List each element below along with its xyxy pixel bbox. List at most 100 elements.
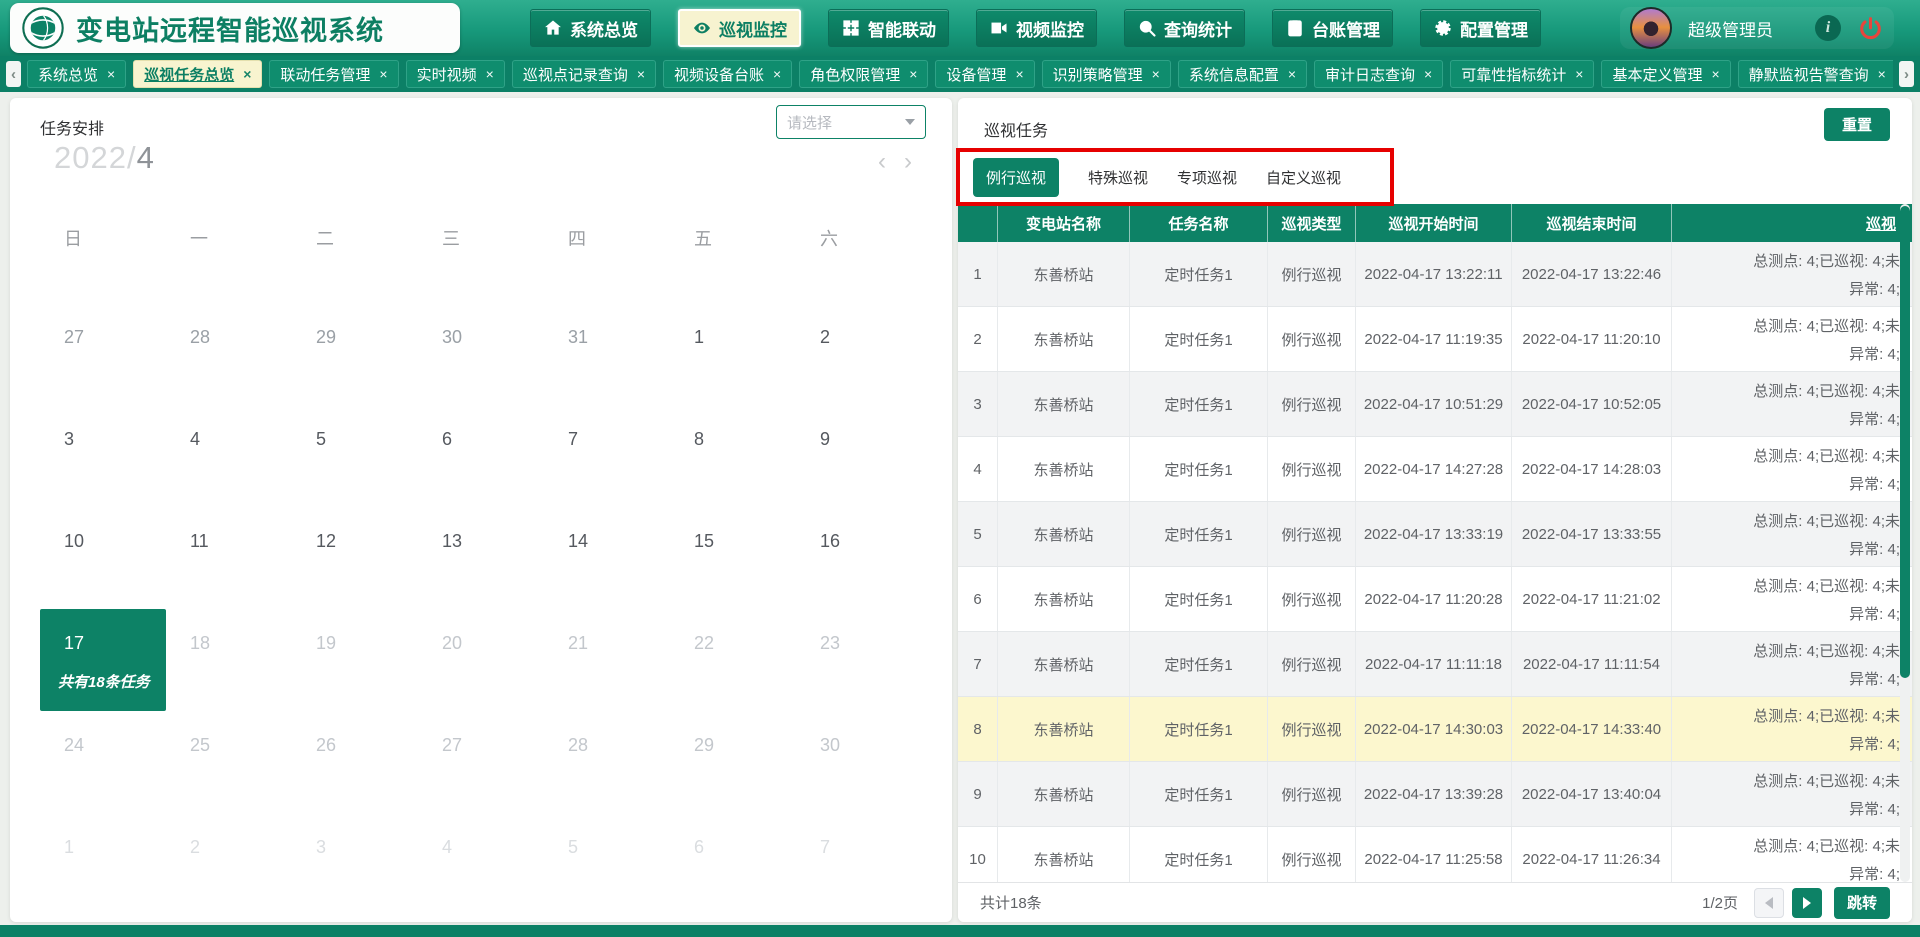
nav-system-overview[interactable]: 系统总览 [530,9,651,47]
calendar-day-cell[interactable]: 7 [796,813,922,915]
calendar-day-cell[interactable]: 4 [166,405,292,507]
calendar-day-cell[interactable]: 4 [418,813,544,915]
calendar-day-cell[interactable]: 11 [166,507,292,609]
workspace-tab[interactable]: 系统总览× [27,60,126,88]
table-row[interactable]: 8东善桥站定时任务1例行巡视2022-04-17 14:30:032022-04… [958,697,1912,762]
calendar-day-cell[interactable]: 5 [544,813,670,915]
calendar-day-cell[interactable]: 26 [292,711,418,813]
tab-close-icon[interactable]: × [1878,66,1886,82]
calendar-day-cell[interactable]: 8 [670,405,796,507]
filter-tab-routine-patrol[interactable]: 例行巡视 [973,158,1059,197]
user-avatar[interactable] [1630,7,1672,49]
tab-close-icon[interactable]: × [909,66,917,82]
filter-tab-custom-patrol[interactable]: 自定义巡视 [1266,167,1341,188]
logout-power-icon[interactable] [1857,15,1884,42]
workspace-tab[interactable]: 审计日志查询× [1314,60,1443,88]
nav-ledger-management[interactable]: 台账管理 [1272,9,1393,47]
tab-close-icon[interactable]: × [1711,66,1719,82]
workspace-tab[interactable]: 巡视点记录查询× [512,60,656,88]
calendar-day-cell[interactable]: 9 [796,405,922,507]
calendar-day-cell[interactable]: 3 [40,405,166,507]
calendar-day-cell-selected[interactable]: 17共有18条任务 [40,609,166,711]
tab-close-icon[interactable]: × [1015,66,1023,82]
calendar-day-cell[interactable]: 20 [418,609,544,711]
filter-tab-special-patrol[interactable]: 特殊巡视 [1088,167,1148,188]
calendar-day-cell[interactable]: 18 [166,609,292,711]
nav-config-management[interactable]: 配置管理 [1420,9,1541,47]
table-row[interactable]: 10东善桥站定时任务1例行巡视2022-04-17 11:25:582022-0… [958,827,1912,882]
workspace-tab[interactable]: 联动任务管理× [269,60,398,88]
table-row[interactable]: 1东善桥站定时任务1例行巡视2022-04-17 13:22:112022-04… [958,242,1912,307]
tab-close-icon[interactable]: × [243,66,251,82]
info-icon[interactable]: i [1815,15,1841,41]
calendar-day-cell[interactable]: 30 [418,303,544,405]
tab-close-icon[interactable]: × [1288,66,1296,82]
task-filter-select[interactable]: 请选择 [776,105,926,139]
calendar-day-cell[interactable]: 1 [670,303,796,405]
calendar-day-cell[interactable]: 1 [40,813,166,915]
calendar-day-cell[interactable]: 5 [292,405,418,507]
calendar-day-cell[interactable]: 28 [166,303,292,405]
calendar-day-cell[interactable]: 31 [544,303,670,405]
jump-button[interactable]: 跳转 [1834,887,1890,919]
tab-close-icon[interactable]: × [1575,66,1583,82]
calendar-day-cell[interactable]: 27 [40,303,166,405]
prev-page-button[interactable] [1754,888,1784,918]
tab-close-icon[interactable]: × [379,66,387,82]
calendar-day-cell[interactable]: 7 [544,405,670,507]
tab-close-icon[interactable]: × [773,66,781,82]
workspace-tab[interactable]: 静默监视告警查询× [1738,60,1893,88]
prev-month-icon[interactable]: ‹ [878,150,886,174]
tab-close-icon[interactable]: × [1424,66,1432,82]
table-row[interactable]: 7东善桥站定时任务1例行巡视2022-04-17 11:11:182022-04… [958,632,1912,697]
reset-button[interactable]: 重置 [1824,108,1890,141]
calendar-day-cell[interactable]: 24 [40,711,166,813]
table-row[interactable]: 9东善桥站定时任务1例行巡视2022-04-17 13:39:282022-04… [958,762,1912,827]
workspace-tab[interactable]: 实时视频× [406,60,505,88]
calendar-day-cell[interactable]: 2 [796,303,922,405]
calendar-day-cell[interactable]: 25 [166,711,292,813]
calendar-day-cell[interactable]: 28 [544,711,670,813]
calendar-day-cell[interactable]: 14 [544,507,670,609]
calendar-day-cell[interactable]: 23 [796,609,922,711]
table-row[interactable]: 6东善桥站定时任务1例行巡视2022-04-17 11:20:282022-04… [958,567,1912,632]
calendar-day-cell[interactable]: 29 [292,303,418,405]
calendar-day-cell[interactable]: 6 [418,405,544,507]
calendar-day-cell[interactable]: 13 [418,507,544,609]
table-row[interactable]: 3东善桥站定时任务1例行巡视2022-04-17 10:51:292022-04… [958,372,1912,437]
tab-close-icon[interactable]: × [1152,66,1160,82]
calendar-day-cell[interactable]: 2 [166,813,292,915]
table-row[interactable]: 5东善桥站定时任务1例行巡视2022-04-17 13:33:192022-04… [958,502,1912,567]
workspace-tab[interactable]: 基本定义管理× [1601,60,1730,88]
workspace-tab[interactable]: 设备管理× [935,60,1034,88]
table-scrollbar-thumb[interactable] [1900,206,1910,678]
workspace-tab[interactable]: 视频设备台账× [663,60,792,88]
nav-patrol-monitoring[interactable]: 巡视监控 [678,9,801,47]
table-row[interactable]: 4东善桥站定时任务1例行巡视2022-04-17 14:27:282022-04… [958,437,1912,502]
calendar-day-cell[interactable]: 12 [292,507,418,609]
tabs-scroll-left-icon[interactable]: ‹ [6,61,21,87]
nav-smart-linkage[interactable]: 智能联动 [828,9,949,47]
workspace-tab[interactable]: 巡视任务总览× [133,60,262,88]
filter-tab-dedicated-patrol[interactable]: 专项巡视 [1177,167,1237,188]
calendar-day-cell[interactable]: 30 [796,711,922,813]
table-row[interactable]: 2东善桥站定时任务1例行巡视2022-04-17 11:19:352022-04… [958,307,1912,372]
table-scrollbar-track[interactable] [1900,204,1910,882]
calendar-day-cell[interactable]: 10 [40,507,166,609]
calendar-day-cell[interactable]: 15 [670,507,796,609]
workspace-tab[interactable]: 可靠性指标统计× [1450,60,1594,88]
calendar-day-cell[interactable]: 19 [292,609,418,711]
calendar-day-cell[interactable]: 27 [418,711,544,813]
nav-query-statistics[interactable]: 查询统计 [1124,9,1245,47]
workspace-tab[interactable]: 识别策略管理× [1042,60,1171,88]
nav-video-monitoring[interactable]: 视频监控 [976,9,1097,47]
calendar-day-cell[interactable]: 6 [670,813,796,915]
tab-close-icon[interactable]: × [637,66,645,82]
tab-close-icon[interactable]: × [107,66,115,82]
next-page-button[interactable] [1792,888,1822,918]
workspace-tab[interactable]: 角色权限管理× [799,60,928,88]
calendar-day-cell[interactable]: 29 [670,711,796,813]
workspace-tab[interactable]: 系统信息配置× [1178,60,1307,88]
tab-close-icon[interactable]: × [486,66,494,82]
calendar-day-cell[interactable]: 22 [670,609,796,711]
